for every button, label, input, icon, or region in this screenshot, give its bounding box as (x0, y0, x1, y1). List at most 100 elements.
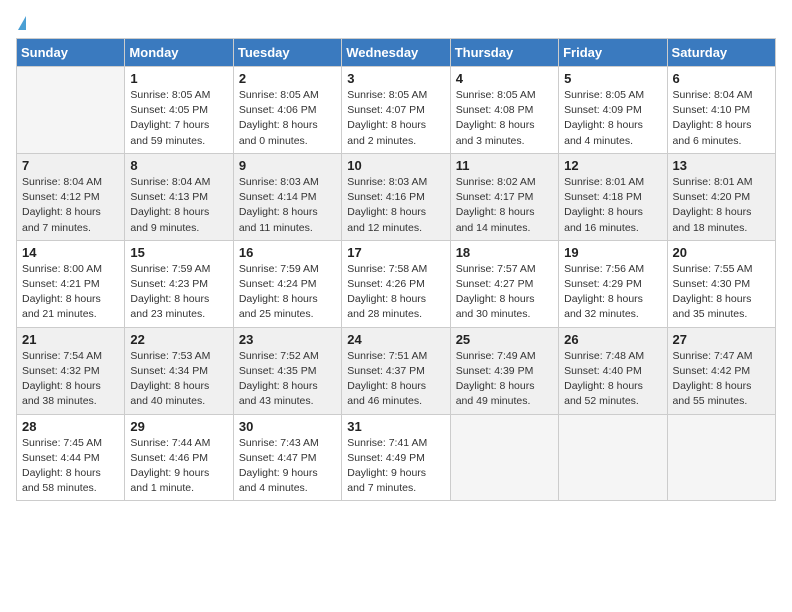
day-info: Sunrise: 8:03 AMSunset: 4:14 PMDaylight:… (239, 175, 336, 236)
day-number: 7 (22, 158, 119, 173)
day-info: Sunrise: 8:00 AMSunset: 4:21 PMDaylight:… (22, 262, 119, 323)
calendar-cell: 13 Sunrise: 8:01 AMSunset: 4:20 PMDayligh… (667, 153, 775, 240)
day-info: Sunrise: 8:05 AMSunset: 4:07 PMDaylight:… (347, 88, 444, 149)
calendar-week-row: 7 Sunrise: 8:04 AMSunset: 4:12 PMDaylight… (17, 153, 776, 240)
calendar-cell: 15 Sunrise: 7:59 AMSunset: 4:23 PMDayligh… (125, 240, 233, 327)
day-number: 5 (564, 71, 661, 86)
day-number: 4 (456, 71, 553, 86)
day-number: 18 (456, 245, 553, 260)
day-info: Sunrise: 7:47 AMSunset: 4:42 PMDaylight:… (673, 349, 770, 410)
day-info: Sunrise: 7:45 AMSunset: 4:44 PMDaylight:… (22, 436, 119, 497)
day-info: Sunrise: 7:54 AMSunset: 4:32 PMDaylight:… (22, 349, 119, 410)
calendar-cell: 14Sunrise: 8:00 AMSunset: 4:21 PMDayligh… (17, 240, 125, 327)
day-number: 26 (564, 332, 661, 347)
day-info: Sunrise: 7:58 AMSunset: 4:26 PMDaylight:… (347, 262, 444, 323)
day-number: 19 (564, 245, 661, 260)
day-info: Sunrise: 7:59 AMSunset: 4:23 PMDaylight:… (130, 262, 227, 323)
calendar-week-row: 1 Sunrise: 8:05 AMSunset: 4:05 PMDaylight… (17, 67, 776, 154)
calendar-cell: 1 Sunrise: 8:05 AMSunset: 4:05 PMDaylight… (125, 67, 233, 154)
calendar-cell: 19 Sunrise: 7:56 AMSunset: 4:29 PMDayligh… (559, 240, 667, 327)
calendar-week-row: 14Sunrise: 8:00 AMSunset: 4:21 PMDayligh… (17, 240, 776, 327)
day-info: Sunrise: 7:56 AMSunset: 4:29 PMDaylight:… (564, 262, 661, 323)
day-info: Sunrise: 8:03 AMSunset: 4:16 PMDaylight:… (347, 175, 444, 236)
calendar-week-row: 28 Sunrise: 7:45 AMSunset: 4:44 PMDayligh… (17, 414, 776, 501)
calendar-cell: 27Sunrise: 7:47 AMSunset: 4:42 PMDayligh… (667, 327, 775, 414)
day-info: Sunrise: 8:02 AMSunset: 4:17 PMDaylight:… (456, 175, 553, 236)
day-number: 28 (22, 419, 119, 434)
header-sunday: Sunday (17, 39, 125, 67)
calendar-cell: 20Sunrise: 7:55 AMSunset: 4:30 PMDayligh… (667, 240, 775, 327)
day-info: Sunrise: 7:51 AMSunset: 4:37 PMDaylight:… (347, 349, 444, 410)
calendar-cell: 2 Sunrise: 8:05 AMSunset: 4:06 PMDaylight… (233, 67, 341, 154)
day-number: 11 (456, 158, 553, 173)
day-info: Sunrise: 8:01 AMSunset: 4:20 PMDaylight:… (673, 175, 770, 236)
day-number: 3 (347, 71, 444, 86)
header-saturday: Saturday (667, 39, 775, 67)
day-number: 8 (130, 158, 227, 173)
calendar-header-row: SundayMondayTuesdayWednesdayThursdayFrid… (17, 39, 776, 67)
day-number: 29 (130, 419, 227, 434)
day-number: 1 (130, 71, 227, 86)
day-number: 10 (347, 158, 444, 173)
page-header (16, 16, 776, 30)
calendar-cell: 21 Sunrise: 7:54 AMSunset: 4:32 PMDayligh… (17, 327, 125, 414)
day-info: Sunrise: 7:53 AMSunset: 4:34 PMDaylight:… (130, 349, 227, 410)
day-number: 12 (564, 158, 661, 173)
day-number: 23 (239, 332, 336, 347)
day-info: Sunrise: 7:52 AMSunset: 4:35 PMDaylight:… (239, 349, 336, 410)
day-number: 22 (130, 332, 227, 347)
calendar-cell: 9 Sunrise: 8:03 AMSunset: 4:14 PMDaylight… (233, 153, 341, 240)
day-info: Sunrise: 7:59 AMSunset: 4:24 PMDaylight:… (239, 262, 336, 323)
day-number: 2 (239, 71, 336, 86)
header-wednesday: Wednesday (342, 39, 450, 67)
day-info: Sunrise: 8:04 AMSunset: 4:13 PMDaylight:… (130, 175, 227, 236)
day-number: 16 (239, 245, 336, 260)
calendar-cell: 12 Sunrise: 8:01 AMSunset: 4:18 PMDayligh… (559, 153, 667, 240)
day-info: Sunrise: 8:01 AMSunset: 4:18 PMDaylight:… (564, 175, 661, 236)
day-number: 24 (347, 332, 444, 347)
calendar-cell: 28 Sunrise: 7:45 AMSunset: 4:44 PMDayligh… (17, 414, 125, 501)
day-info: Sunrise: 8:05 AMSunset: 4:08 PMDaylight:… (456, 88, 553, 149)
day-number: 6 (673, 71, 770, 86)
day-number: 21 (22, 332, 119, 347)
day-number: 13 (673, 158, 770, 173)
day-info: Sunrise: 7:41 AMSunset: 4:49 PMDaylight:… (347, 436, 444, 497)
day-number: 25 (456, 332, 553, 347)
calendar-cell: 30 Sunrise: 7:43 AMSunset: 4:47 PMDayligh… (233, 414, 341, 501)
calendar-cell: 16 Sunrise: 7:59 AMSunset: 4:24 PMDayligh… (233, 240, 341, 327)
calendar-cell (17, 67, 125, 154)
calendar-cell: 23 Sunrise: 7:52 AMSunset: 4:35 PMDayligh… (233, 327, 341, 414)
day-number: 9 (239, 158, 336, 173)
day-info: Sunrise: 8:05 AMSunset: 4:05 PMDaylight:… (130, 88, 227, 149)
day-info: Sunrise: 7:43 AMSunset: 4:47 PMDaylight:… (239, 436, 336, 497)
calendar-cell: 11 Sunrise: 8:02 AMSunset: 4:17 PMDayligh… (450, 153, 558, 240)
day-number: 30 (239, 419, 336, 434)
calendar-cell: 8 Sunrise: 8:04 AMSunset: 4:13 PMDaylight… (125, 153, 233, 240)
day-info: Sunrise: 8:04 AMSunset: 4:12 PMDaylight:… (22, 175, 119, 236)
calendar-cell: 5Sunrise: 8:05 AMSunset: 4:09 PMDaylight… (559, 67, 667, 154)
calendar-week-row: 21 Sunrise: 7:54 AMSunset: 4:32 PMDayligh… (17, 327, 776, 414)
calendar-cell (450, 414, 558, 501)
calendar-cell: 7 Sunrise: 8:04 AMSunset: 4:12 PMDaylight… (17, 153, 125, 240)
day-number: 15 (130, 245, 227, 260)
calendar-cell: 25Sunrise: 7:49 AMSunset: 4:39 PMDayligh… (450, 327, 558, 414)
header-tuesday: Tuesday (233, 39, 341, 67)
calendar-cell: 3 Sunrise: 8:05 AMSunset: 4:07 PMDaylight… (342, 67, 450, 154)
day-info: Sunrise: 7:48 AMSunset: 4:40 PMDaylight:… (564, 349, 661, 410)
calendar-cell (667, 414, 775, 501)
day-info: Sunrise: 7:57 AMSunset: 4:27 PMDaylight:… (456, 262, 553, 323)
calendar-cell: 31Sunrise: 7:41 AMSunset: 4:49 PMDayligh… (342, 414, 450, 501)
header-friday: Friday (559, 39, 667, 67)
day-info: Sunrise: 8:05 AMSunset: 4:06 PMDaylight:… (239, 88, 336, 149)
calendar-cell: 6 Sunrise: 8:04 AMSunset: 4:10 PMDaylight… (667, 67, 775, 154)
calendar-cell: 26 Sunrise: 7:48 AMSunset: 4:40 PMDayligh… (559, 327, 667, 414)
logo-triangle-icon (18, 16, 26, 30)
day-info: Sunrise: 8:04 AMSunset: 4:10 PMDaylight:… (673, 88, 770, 149)
calendar-cell: 22 Sunrise: 7:53 AMSunset: 4:34 PMDayligh… (125, 327, 233, 414)
day-info: Sunrise: 7:55 AMSunset: 4:30 PMDaylight:… (673, 262, 770, 323)
day-info: Sunrise: 7:44 AMSunset: 4:46 PMDaylight:… (130, 436, 227, 497)
calendar-cell: 10 Sunrise: 8:03 AMSunset: 4:16 PMDayligh… (342, 153, 450, 240)
calendar-cell: 29 Sunrise: 7:44 AMSunset: 4:46 PMDayligh… (125, 414, 233, 501)
calendar-cell (559, 414, 667, 501)
header-monday: Monday (125, 39, 233, 67)
